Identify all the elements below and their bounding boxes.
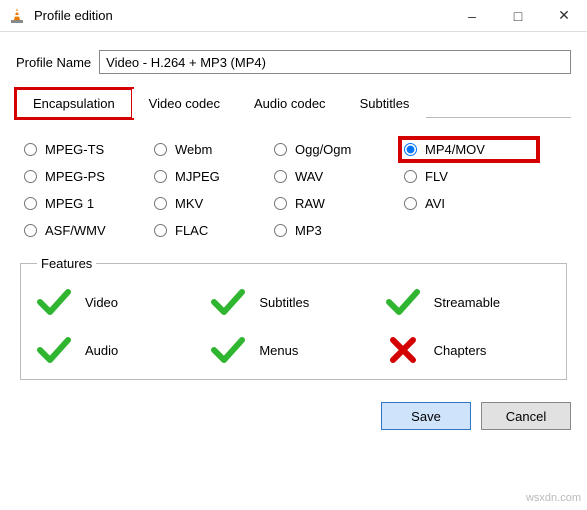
tab-video-codec[interactable]: Video codec	[132, 89, 237, 118]
feature-label: Video	[85, 295, 118, 310]
radio-asf-wmv[interactable]: ASF/WMV	[24, 223, 154, 238]
profile-name-row: Profile Name	[16, 50, 571, 74]
titlebar: Profile edition – □ ✕	[0, 0, 587, 32]
tab-audio-codec[interactable]: Audio codec	[237, 89, 343, 118]
window-title: Profile edition	[34, 8, 113, 23]
radio-label: ASF/WMV	[45, 223, 106, 238]
maximize-button[interactable]: □	[495, 0, 541, 32]
check-icon	[386, 287, 420, 317]
cross-icon	[386, 335, 420, 365]
check-icon	[211, 287, 245, 317]
radio-webm[interactable]: Webm	[154, 142, 274, 157]
radio-mp3[interactable]: MP3	[274, 223, 404, 238]
feature-streamable: Streamable	[386, 287, 550, 317]
radio-mpeg-ts[interactable]: MPEG-TS	[24, 142, 154, 157]
radio-label: MKV	[175, 196, 203, 211]
features-legend: Features	[37, 256, 96, 271]
radio-raw[interactable]: RAW	[274, 196, 404, 211]
check-icon	[37, 335, 71, 365]
watermark: wsxdn.com	[526, 492, 581, 504]
radio-mp4-mov[interactable]: MP4/MOV	[404, 142, 534, 157]
features-group: Features Video Subtitles Streamable Audi…	[20, 256, 567, 380]
feature-subtitles: Subtitles	[211, 287, 375, 317]
radio-label: RAW	[295, 196, 325, 211]
dialog-content: Profile Name Encapsulation Video codec A…	[0, 32, 587, 388]
radio-mkv[interactable]: MKV	[154, 196, 274, 211]
radio-label: MPEG 1	[45, 196, 94, 211]
cancel-button[interactable]: Cancel	[481, 402, 571, 430]
profile-name-input[interactable]	[99, 50, 571, 74]
radio-label: MP3	[295, 223, 322, 238]
check-icon	[37, 287, 71, 317]
radio-avi[interactable]: AVI	[404, 196, 534, 211]
minimize-button[interactable]: –	[449, 0, 495, 32]
save-button[interactable]: Save	[381, 402, 471, 430]
feature-label: Chapters	[434, 343, 487, 358]
tab-encapsulation[interactable]: Encapsulation	[16, 89, 132, 118]
radio-ogg[interactable]: Ogg/Ogm	[274, 142, 404, 157]
feature-label: Streamable	[434, 295, 500, 310]
radio-label: FLV	[425, 169, 448, 184]
radio-flv[interactable]: FLV	[404, 169, 534, 184]
feature-label: Audio	[85, 343, 118, 358]
feature-menus: Menus	[211, 335, 375, 365]
profile-name-label: Profile Name	[16, 55, 91, 70]
feature-label: Subtitles	[259, 295, 309, 310]
radio-label: AVI	[425, 196, 445, 211]
feature-label: Menus	[259, 343, 298, 358]
tab-bar: Encapsulation Video codec Audio codec Su…	[16, 88, 571, 118]
radio-label: MP4/MOV	[425, 142, 485, 157]
radio-label: Webm	[175, 142, 212, 157]
feature-audio: Audio	[37, 335, 201, 365]
radio-label: WAV	[295, 169, 323, 184]
vlc-cone-icon	[8, 7, 26, 25]
dialog-buttons: Save Cancel	[0, 388, 587, 440]
radio-wav[interactable]: WAV	[274, 169, 404, 184]
feature-video: Video	[37, 287, 201, 317]
radio-label: MPEG-TS	[45, 142, 104, 157]
encapsulation-options: MPEG-TS Webm Ogg/Ogm MP4/MOV MPEG-PS MJP…	[16, 118, 571, 256]
radio-mjpeg[interactable]: MJPEG	[154, 169, 274, 184]
radio-mpeg-1[interactable]: MPEG 1	[24, 196, 154, 211]
check-icon	[211, 335, 245, 365]
close-button[interactable]: ✕	[541, 0, 587, 32]
radio-flac[interactable]: FLAC	[154, 223, 274, 238]
radio-label: FLAC	[175, 223, 208, 238]
radio-label: MJPEG	[175, 169, 220, 184]
radio-label: MPEG-PS	[45, 169, 105, 184]
radio-mpeg-ps[interactable]: MPEG-PS	[24, 169, 154, 184]
radio-label: Ogg/Ogm	[295, 142, 351, 157]
feature-chapters: Chapters	[386, 335, 550, 365]
tab-subtitles[interactable]: Subtitles	[343, 89, 427, 118]
